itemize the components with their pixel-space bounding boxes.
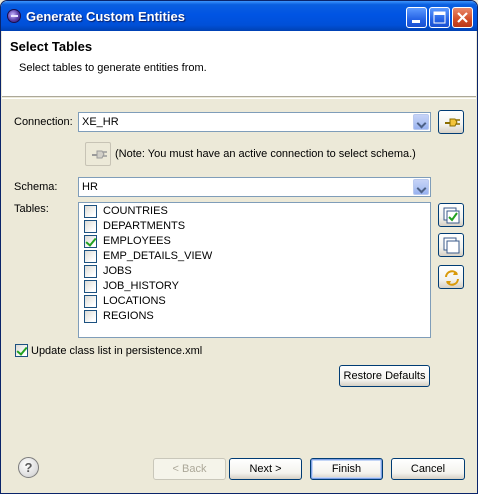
schema-value: HR	[82, 181, 98, 193]
schema-combo[interactable]: HR	[78, 177, 431, 197]
maximize-icon	[433, 11, 446, 24]
reconnect-button	[85, 142, 111, 166]
list-item[interactable]: EMP_DETAILS_VIEW	[84, 249, 424, 264]
table-name: EMPLOYEES	[103, 235, 171, 247]
back-button[interactable]: < Back	[153, 458, 226, 480]
update-class-list-checkbox[interactable]	[15, 344, 28, 357]
restore-defaults-button[interactable]: Restore Defaults	[339, 365, 430, 387]
select-all-button[interactable]	[438, 203, 464, 227]
table-checkbox[interactable]	[84, 310, 97, 323]
table-checkbox[interactable]	[84, 235, 97, 248]
list-item[interactable]: DEPARTMENTS	[84, 219, 424, 234]
refresh-icon	[445, 270, 459, 286]
schema-label: Schema:	[14, 181, 58, 193]
window-title: Generate Custom Entities	[26, 9, 185, 24]
minimize-icon	[412, 20, 420, 23]
connection-note: (Note: You must have an active connectio…	[115, 148, 416, 160]
list-item[interactable]: LOCATIONS	[84, 294, 424, 309]
table-name: JOBS	[103, 265, 132, 277]
table-name: DEPARTMENTS	[103, 220, 186, 232]
table-checkbox[interactable]	[84, 295, 97, 308]
plug-icon	[445, 118, 460, 127]
dialog-window: Generate Custom Entities Select Tables S…	[0, 0, 478, 494]
close-icon	[457, 12, 468, 23]
connection-label: Connection:	[14, 116, 73, 128]
minimize-button[interactable]	[406, 7, 427, 28]
table-checkbox[interactable]	[84, 265, 97, 278]
maximize-button[interactable]	[429, 7, 450, 28]
title-bar[interactable]: Generate Custom Entities	[1, 1, 477, 31]
connect-button[interactable]	[438, 110, 464, 134]
eclipse-icon	[7, 9, 21, 23]
chevron-down-icon[interactable]	[413, 179, 429, 195]
table-name: JOB_HISTORY	[103, 280, 180, 292]
wizard-header: Select Tables Select tables to generate …	[2, 31, 476, 97]
header-divider	[2, 98, 476, 99]
deselect-all-icon	[443, 237, 460, 254]
list-item[interactable]: JOB_HISTORY	[84, 279, 424, 294]
deselect-all-button[interactable]	[438, 233, 464, 257]
table-name: REGIONS	[103, 310, 154, 322]
chevron-down-icon[interactable]	[413, 114, 429, 130]
list-item[interactable]: JOBS	[84, 264, 424, 279]
plug-disabled-icon	[92, 150, 107, 159]
table-name: LOCATIONS	[103, 295, 166, 307]
close-button[interactable]	[452, 7, 473, 28]
list-item[interactable]: EMPLOYEES	[84, 234, 424, 249]
table-checkbox[interactable]	[84, 280, 97, 293]
connection-value: XE_HR	[82, 116, 119, 128]
page-title: Select Tables	[10, 39, 93, 54]
update-class-list-label: Update class list in persistence.xml	[31, 345, 203, 357]
cancel-button[interactable]: Cancel	[391, 458, 465, 480]
table-name: EMP_DETAILS_VIEW	[103, 250, 213, 262]
page-description: Select tables to generate entities from.	[19, 62, 207, 74]
select-all-icon	[443, 207, 460, 224]
next-button[interactable]: Next >	[229, 458, 302, 480]
help-icon[interactable]: ?	[18, 457, 39, 478]
list-item[interactable]: REGIONS	[84, 309, 424, 324]
refresh-button[interactable]	[438, 265, 464, 289]
finish-button[interactable]: Finish	[310, 458, 383, 480]
table-name: COUNTRIES	[103, 205, 168, 217]
connection-combo[interactable]: XE_HR	[78, 112, 431, 132]
table-checkbox[interactable]	[84, 250, 97, 263]
table-checkbox[interactable]	[84, 205, 97, 218]
table-checkbox[interactable]	[84, 220, 97, 233]
tables-list[interactable]: COUNTRIES DEPARTMENTS EMPLOYEES EMP_DETA…	[78, 202, 431, 338]
tables-label: Tables:	[14, 203, 49, 215]
list-item[interactable]: COUNTRIES	[84, 204, 424, 219]
